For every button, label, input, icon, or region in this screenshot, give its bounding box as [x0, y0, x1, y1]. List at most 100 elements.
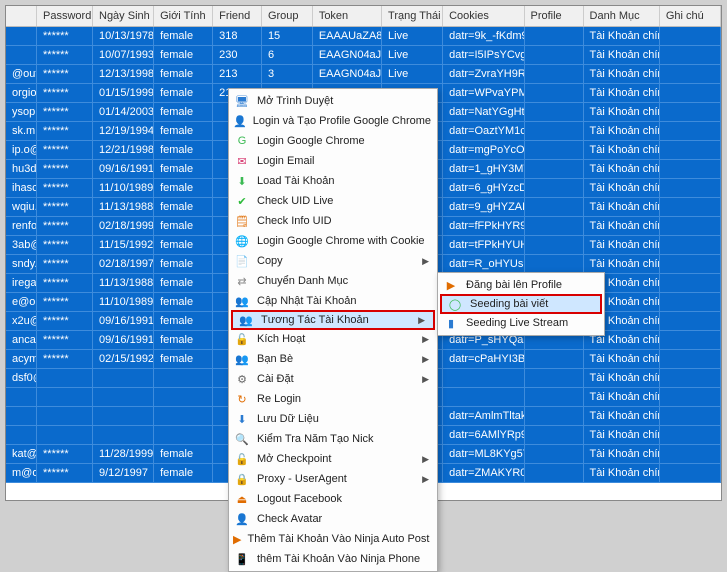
column-header[interactable]: Trạng Thái — [382, 6, 443, 26]
cell[interactable]: 6 — [261, 45, 312, 64]
cell[interactable]: female — [154, 197, 213, 216]
menu-item[interactable]: 🔓Kích Hoạt▶ — [229, 329, 437, 349]
cell[interactable]: @outlo... — [6, 64, 37, 83]
cell[interactable]: 3ab@... — [6, 235, 37, 254]
cell[interactable] — [659, 311, 720, 330]
cell[interactable]: ****** — [37, 311, 93, 330]
menu-item[interactable]: ⏏Logout Facebook — [229, 489, 437, 509]
cell[interactable] — [6, 26, 37, 45]
cell[interactable] — [524, 178, 583, 197]
cell[interactable]: 09/16/1991 — [93, 330, 154, 349]
cell[interactable]: Tài Khoản chính — [583, 463, 659, 482]
cell[interactable]: 12/21/1998 — [93, 140, 154, 159]
menu-item[interactable]: ⚙Cài Đặt▶ — [229, 369, 437, 389]
cell[interactable] — [154, 406, 213, 425]
cell[interactable]: female — [154, 102, 213, 121]
cell[interactable]: datr=fFPkHYR9r... — [443, 216, 524, 235]
cell[interactable] — [524, 64, 583, 83]
cell[interactable]: wqiu... — [6, 197, 37, 216]
table-row[interactable]: ******10/07/1993female2306EAAGN04aJr2w..… — [6, 45, 721, 64]
cell[interactable]: 10/13/1978 — [93, 26, 154, 45]
cell[interactable]: datr=ZMAKYR0-I... — [443, 463, 524, 482]
cell[interactable] — [6, 406, 37, 425]
cell[interactable]: Live — [382, 64, 443, 83]
cell[interactable] — [659, 45, 720, 64]
cell[interactable] — [524, 387, 583, 406]
cell[interactable]: female — [154, 45, 213, 64]
cell[interactable] — [659, 463, 720, 482]
cell[interactable] — [524, 368, 583, 387]
menu-item[interactable]: 📱thêm Tài Khoản Vào Ninja Phone — [229, 549, 437, 569]
cell[interactable] — [524, 425, 583, 444]
cell[interactable] — [93, 387, 154, 406]
cell[interactable]: female — [154, 349, 213, 368]
cell[interactable]: ****** — [37, 178, 93, 197]
cell[interactable]: ****** — [37, 273, 93, 292]
menu-item[interactable]: 🔓Mở Checkpoint▶ — [229, 449, 437, 469]
cell[interactable]: datr=tFPkHYUHf... — [443, 235, 524, 254]
menu-item[interactable]: 👤Login và Tạo Profile Google Chrome — [229, 111, 437, 131]
cell[interactable] — [524, 197, 583, 216]
cell[interactable]: ****** — [37, 444, 93, 463]
column-header[interactable]: Token — [312, 6, 381, 26]
cell[interactable] — [659, 216, 720, 235]
menu-item[interactable]: 🔒Proxy - UserAgent▶ — [229, 469, 437, 489]
cell[interactable]: datr=NatYGgHt... — [443, 102, 524, 121]
menu-item[interactable]: 👥Bạn Bè▶ — [229, 349, 437, 369]
cell[interactable]: Tài Khoản chính — [583, 64, 659, 83]
menu-item[interactable]: GLogin Google Chrome — [229, 131, 437, 151]
context-menu-main[interactable]: 🖥Mở Trình Duyệt👤Login và Tạo Profile Goo… — [228, 88, 438, 572]
cell[interactable]: ysophi... — [6, 102, 37, 121]
cell[interactable] — [93, 406, 154, 425]
cell[interactable]: Tài Khoản chính — [583, 197, 659, 216]
column-header[interactable]: Password — [37, 6, 93, 26]
cell[interactable]: ****** — [37, 102, 93, 121]
cell[interactable]: datr=mgPoYcOlx... — [443, 140, 524, 159]
cell[interactable] — [659, 235, 720, 254]
cell[interactable] — [659, 102, 720, 121]
cell[interactable]: iregan... — [6, 273, 37, 292]
cell[interactable]: Tài Khoản chính — [583, 83, 659, 102]
cell[interactable]: 11/15/1992 — [93, 235, 154, 254]
cell[interactable] — [443, 368, 524, 387]
cell[interactable] — [659, 83, 720, 102]
cell[interactable] — [659, 444, 720, 463]
cell[interactable] — [659, 64, 720, 83]
cell[interactable]: ****** — [37, 254, 93, 273]
cell[interactable]: hu3d... — [6, 159, 37, 178]
cell[interactable] — [659, 197, 720, 216]
menu-item[interactable]: ✉Login Email — [229, 151, 437, 171]
cell[interactable]: Tài Khoản chính — [583, 387, 659, 406]
cell[interactable] — [6, 425, 37, 444]
cell[interactable] — [659, 26, 720, 45]
menu-item[interactable]: 🔍Kiểm Tra Năm Tạo Nick — [229, 429, 437, 449]
menu-item[interactable]: ⬇Load Tài Khoản — [229, 171, 437, 191]
cell[interactable]: 02/15/1992 — [93, 349, 154, 368]
menu-item[interactable]: ⇄Chuyển Danh Mục — [229, 271, 437, 291]
cell[interactable]: 9/12/1997 — [93, 463, 154, 482]
cell[interactable]: Tài Khoản chính — [583, 368, 659, 387]
cell[interactable] — [659, 273, 720, 292]
cell[interactable]: orgio.@... — [6, 83, 37, 102]
cell[interactable]: 09/16/1991 — [93, 159, 154, 178]
cell[interactable]: female — [154, 83, 213, 102]
cell[interactable]: ****** — [37, 197, 93, 216]
context-submenu-tuongtac[interactable]: ▶Đăng bài lên Profile◯Seeding bài viết▮S… — [437, 272, 605, 336]
cell[interactable]: ip.o@... — [6, 140, 37, 159]
cell[interactable] — [6, 387, 37, 406]
cell[interactable] — [37, 368, 93, 387]
column-header[interactable]: Ngày Sinh — [93, 6, 154, 26]
cell[interactable]: female — [154, 26, 213, 45]
cell[interactable]: female — [154, 216, 213, 235]
cell[interactable]: Tài Khoản chính — [583, 406, 659, 425]
menu-item[interactable]: 👤Check Avatar — [229, 509, 437, 529]
cell[interactable] — [524, 45, 583, 64]
cell[interactable]: 11/10/1989 — [93, 178, 154, 197]
cell[interactable]: datr=WPvaYPM... — [443, 83, 524, 102]
cell[interactable] — [659, 121, 720, 140]
cell[interactable]: female — [154, 140, 213, 159]
menu-item[interactable]: ◯Seeding bài viết — [440, 294, 602, 314]
cell[interactable]: sk.m... — [6, 121, 37, 140]
cell[interactable]: ****** — [37, 216, 93, 235]
cell[interactable] — [659, 368, 720, 387]
